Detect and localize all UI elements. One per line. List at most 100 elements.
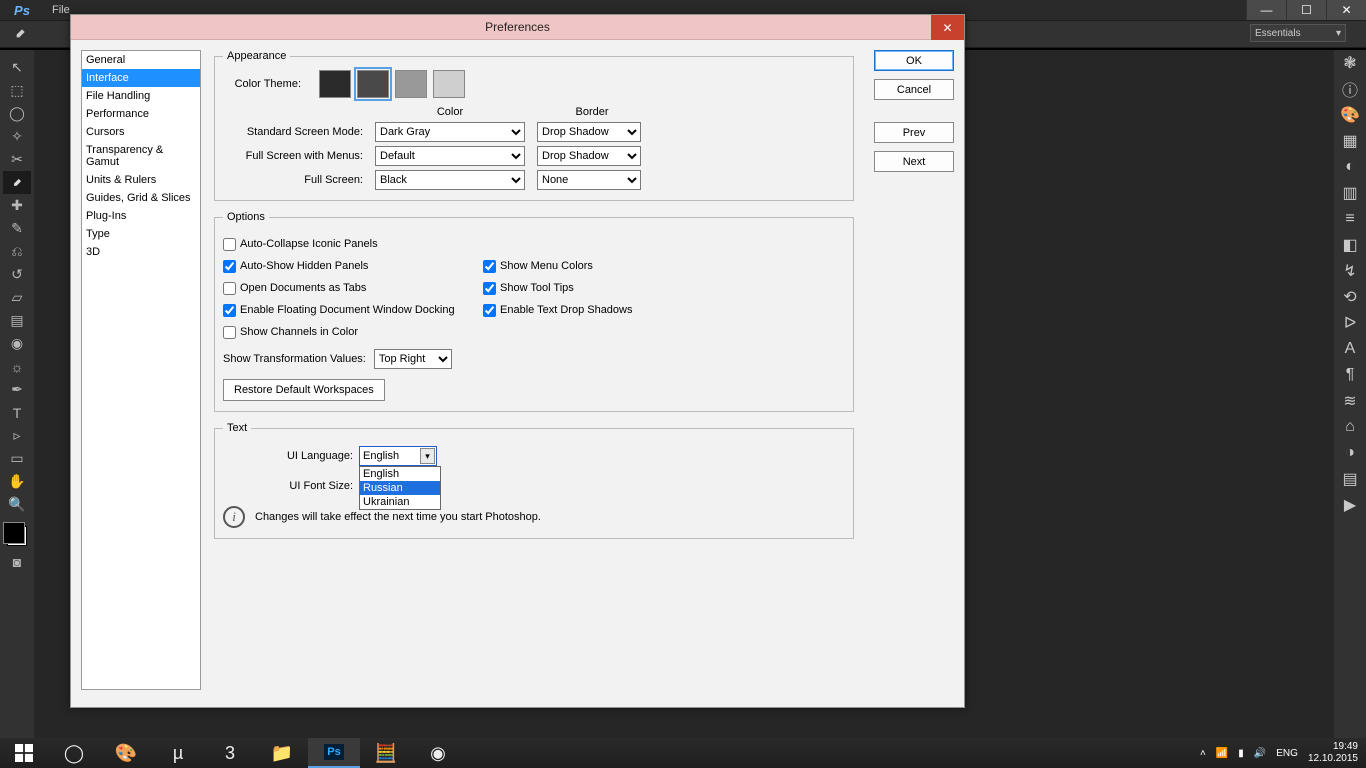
auto-show-label[interactable]: Auto-Show Hidden Panels [240, 260, 368, 272]
type-tool[interactable]: T [3, 401, 31, 424]
taskbar-app-chrome[interactable]: ◉ [412, 738, 464, 768]
panel-clone-icon[interactable]: ◑ [1334, 440, 1366, 466]
ui-language-option-ukrainian[interactable]: Ukrainian [360, 495, 440, 509]
theme-swatch-2[interactable] [395, 70, 427, 98]
panel-swatches-icon[interactable]: 🎨 [1334, 102, 1366, 128]
path-selection-tool[interactable]: ▹ [3, 424, 31, 447]
dialog-close-button[interactable]: ✕ [931, 15, 964, 40]
enable-docking-checkbox[interactable] [223, 304, 236, 317]
rectangle-tool[interactable]: ▭ [3, 447, 31, 470]
show-tooltips-checkbox[interactable] [483, 282, 496, 295]
ok-button[interactable]: OK [874, 50, 954, 71]
minimize-button[interactable]: — [1246, 0, 1286, 20]
stamp-tool[interactable]: ⎌ [3, 240, 31, 263]
dodge-tool[interactable]: ☼ [3, 355, 31, 378]
standard-screen-border-select[interactable]: Drop Shadow [537, 122, 641, 142]
theme-swatch-1[interactable] [357, 70, 389, 98]
taskbar-app-calc[interactable]: 🧮 [360, 738, 412, 768]
ui-language-dropdown-list[interactable]: EnglishRussianUkrainian [359, 466, 441, 510]
pref-category-guides-grid-slices[interactable]: Guides, Grid & Slices [82, 189, 200, 207]
crop-tool[interactable]: ✂ [3, 148, 31, 171]
tray-volume-icon[interactable]: 🔊 [1254, 748, 1266, 759]
ui-language-option-english[interactable]: English [360, 467, 440, 481]
panel-color-icon[interactable]: ❃ [1334, 50, 1366, 76]
taskbar-app-opera[interactable]: ◯ [48, 738, 100, 768]
color-swatch[interactable] [7, 526, 27, 546]
pref-category-general[interactable]: General [82, 51, 200, 69]
show-channels-label[interactable]: Show Channels in Color [240, 326, 358, 338]
move-tool[interactable]: ↖ [3, 56, 31, 79]
lasso-tool[interactable]: ◯ [3, 102, 31, 125]
pref-category-cursors[interactable]: Cursors [82, 123, 200, 141]
panel-brush-icon[interactable]: ⌂ [1334, 414, 1366, 440]
enable-docking-label[interactable]: Enable Floating Document Window Docking [240, 304, 455, 316]
taskbar-app-photoshop[interactable]: Ps [308, 738, 360, 768]
show-menu-colors-checkbox[interactable] [483, 260, 496, 273]
eyedropper-tool[interactable] [3, 171, 31, 194]
prev-button[interactable]: Prev [874, 122, 954, 143]
marquee-tool[interactable]: ⬚ [3, 79, 31, 102]
taskbar-app-utorrent[interactable]: µ [152, 738, 204, 768]
brush-tool[interactable]: ✎ [3, 217, 31, 240]
panel-info-icon[interactable]: ⓘ [1334, 76, 1366, 102]
panel-history-icon[interactable]: ⟲ [1334, 284, 1366, 310]
pref-category-file-handling[interactable]: File Handling [82, 87, 200, 105]
panel-layers-icon[interactable]: ≡ [1334, 206, 1366, 232]
tray-battery-icon[interactable]: ▮ [1238, 748, 1244, 759]
pref-category-transparency-gamut[interactable]: Transparency & Gamut [82, 141, 200, 171]
auto-collapse-checkbox[interactable] [223, 238, 236, 251]
panel-libraries-icon[interactable]: ▦ [1334, 128, 1366, 154]
auto-show-checkbox[interactable] [223, 260, 236, 273]
panel-paths-icon[interactable]: ↯ [1334, 258, 1366, 284]
panel-channels-icon[interactable]: ◧ [1334, 232, 1366, 258]
pref-category-plug-ins[interactable]: Plug-Ins [82, 207, 200, 225]
panel-nav-icon[interactable]: ▤ [1334, 466, 1366, 492]
tray-up-icon[interactable]: ˄ [1200, 748, 1206, 759]
maximize-button[interactable]: ☐ [1286, 0, 1326, 20]
pen-tool[interactable]: ✒ [3, 378, 31, 401]
play-icon[interactable]: ▶ [1334, 492, 1366, 518]
show-menu-colors-label[interactable]: Show Menu Colors [500, 260, 593, 272]
panel-character-icon[interactable]: ¶ [1334, 362, 1366, 388]
history-brush-tool[interactable]: ↺ [3, 263, 31, 286]
panel-properties-icon[interactable]: A [1334, 336, 1366, 362]
standard-screen-color-select[interactable]: Dark Gray [375, 122, 525, 142]
zoom-tool[interactable]: 🔍 [3, 493, 31, 516]
next-button[interactable]: Next [874, 151, 954, 172]
start-button[interactable] [0, 738, 48, 768]
pref-category-interface[interactable]: Interface [82, 69, 200, 87]
quickmask-toggle[interactable]: ◙ [3, 550, 31, 573]
enable-text-shadow-checkbox[interactable] [483, 304, 496, 317]
restore-workspaces-button[interactable]: Restore Default Workspaces [223, 379, 385, 401]
pref-category-units-rulers[interactable]: Units & Rulers [82, 171, 200, 189]
wand-tool[interactable]: ✧ [3, 125, 31, 148]
pref-category-3d[interactable]: 3D [82, 243, 200, 261]
panel-actions-icon[interactable]: ᐅ [1334, 310, 1366, 336]
taskbar-app-paint[interactable]: 🎨 [100, 738, 152, 768]
fullscreen-border-select[interactable]: None [537, 170, 641, 190]
panel-styles-icon[interactable]: ▥ [1334, 180, 1366, 206]
auto-collapse-label[interactable]: Auto-Collapse Iconic Panels [240, 238, 378, 250]
fullscreen-color-select[interactable]: Black [375, 170, 525, 190]
enable-text-shadow-label[interactable]: Enable Text Drop Shadows [500, 304, 633, 316]
transformation-values-select[interactable]: Top Right [374, 349, 452, 369]
taskbar-app-explorer[interactable]: 📁 [256, 738, 308, 768]
workspace-selector[interactable]: Essentials [1250, 24, 1346, 42]
tray-language-indicator[interactable]: ENG [1276, 748, 1298, 759]
open-tabs-checkbox[interactable] [223, 282, 236, 295]
tray-clock[interactable]: 19:49 12.10.2015 [1308, 741, 1358, 765]
preferences-category-list[interactable]: GeneralInterfaceFile HandlingPerformance… [81, 50, 201, 690]
theme-swatch-0[interactable] [319, 70, 351, 98]
tray-network-icon[interactable]: 📶 [1216, 748, 1228, 759]
panel-adjustments-icon[interactable]: ◐ [1334, 154, 1366, 180]
panel-paragraph-icon[interactable]: ≋ [1334, 388, 1366, 414]
fullscreen-menus-border-select[interactable]: Drop Shadow [537, 146, 641, 166]
close-button[interactable]: ✕ [1326, 0, 1366, 20]
theme-swatch-3[interactable] [433, 70, 465, 98]
healing-tool[interactable]: ✚ [3, 194, 31, 217]
hand-tool[interactable]: ✋ [3, 470, 31, 493]
ui-language-select[interactable]: English ▾ [359, 446, 437, 466]
taskbar-app-3dsmax[interactable]: 3 [204, 738, 256, 768]
eraser-tool[interactable]: ▱ [3, 286, 31, 309]
show-tooltips-label[interactable]: Show Tool Tips [500, 282, 574, 294]
